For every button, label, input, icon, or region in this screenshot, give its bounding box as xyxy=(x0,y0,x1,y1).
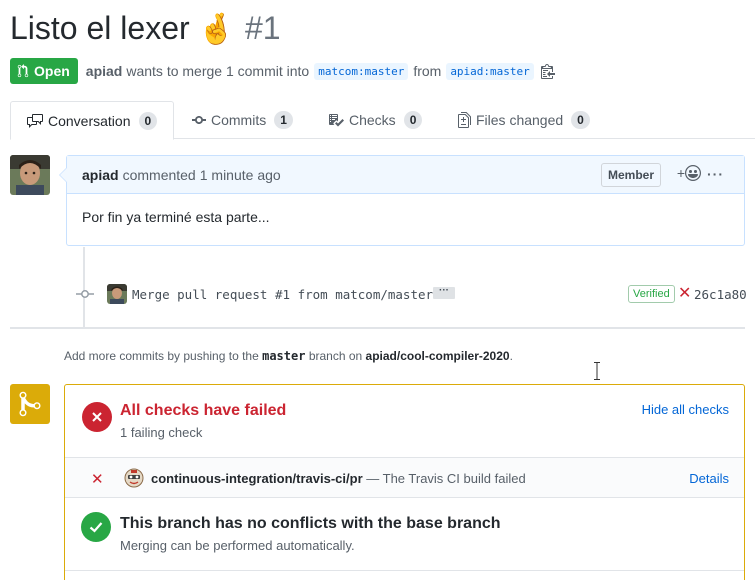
pr-number: #1 xyxy=(245,10,281,46)
tab-commits-count: 1 xyxy=(274,111,293,129)
checks-summary: All checks have failed 1 failing check H… xyxy=(65,385,744,458)
tab-conversation-count: 0 xyxy=(138,111,158,130)
x-icon: ✕ xyxy=(91,471,104,488)
x-icon[interactable]: ✕ xyxy=(678,286,691,302)
add-reaction-button[interactable]: + xyxy=(677,165,701,181)
file-diff-icon xyxy=(458,112,471,128)
tab-files-changed-label: Files changed xyxy=(476,112,564,128)
pr-title-row: Listo el lexer 🤞 #1 xyxy=(10,10,281,54)
comment-author-link[interactable]: apiad xyxy=(82,167,119,183)
comment-discussion-icon xyxy=(27,113,43,128)
comment-header: apiad commented 1 minute ago Member + ··… xyxy=(67,156,744,194)
state-label: Open xyxy=(34,63,70,79)
merge-text: wants to merge 1 commit into xyxy=(126,63,310,79)
checklist-icon xyxy=(329,114,344,127)
check-name: continuous-integration/travis-ci/pr xyxy=(151,471,363,486)
comment-time-link[interactable]: 1 minute ago xyxy=(200,167,281,183)
pr-author-link[interactable]: apiad xyxy=(86,63,123,79)
timeline-separator xyxy=(10,327,745,329)
comment-action: commented xyxy=(122,166,196,183)
details-link[interactable]: Details xyxy=(689,471,729,486)
commit-message-link[interactable]: Merge pull request #1 from matcom/master xyxy=(132,287,433,302)
smiley-icon xyxy=(685,165,701,181)
head-branch[interactable]: apiad:master xyxy=(446,62,534,80)
conflict-subtitle: Merging can be performed automatically. xyxy=(120,538,355,553)
commit-row: Merge pull request #1 from matcom/master… xyxy=(74,284,747,304)
commit-sha-link[interactable]: 26c1a80 xyxy=(694,287,747,302)
push-hint-suffix: . xyxy=(509,349,513,363)
tab-checks-count: 0 xyxy=(403,111,423,129)
conflict-status: This branch has no conflicts with the ba… xyxy=(65,498,744,571)
tab-commits-label: Commits xyxy=(211,112,267,128)
checks-title: All checks have failed xyxy=(120,402,287,419)
comment-body: Por fin ya terminé esta parte... xyxy=(82,209,270,225)
kebab-horizontal-icon[interactable]: ··· xyxy=(707,166,724,182)
commit-expand-button[interactable]: ··· xyxy=(433,286,455,299)
commit-avatar[interactable] xyxy=(107,284,127,304)
git-merge-icon xyxy=(19,391,41,417)
tab-commits[interactable]: Commits 1 xyxy=(192,101,293,139)
hide-all-checks-link[interactable]: Hide all checks xyxy=(642,402,729,417)
tab-files-changed-count: 0 xyxy=(571,111,590,129)
text-cursor-icon xyxy=(594,362,600,380)
pr-title: Listo el lexer xyxy=(10,10,190,46)
verified-badge[interactable]: Verified xyxy=(628,285,675,303)
pr-meta: Open apiad wants to merge 1 commit into … xyxy=(10,58,555,84)
reaction-plus-label: + xyxy=(676,165,685,181)
git-commit-icon xyxy=(192,116,206,124)
crossed-fingers-emoji: 🤞 xyxy=(197,13,235,46)
base-branch[interactable]: matcom:master xyxy=(314,62,409,80)
state-badge: Open xyxy=(10,58,78,84)
check-row: ✕ continuous-integration/travis-ci/pr — … xyxy=(65,458,744,498)
merge-box: All checks have failed 1 failing check H… xyxy=(64,384,745,580)
pr-tabs: Conversation 0 Commits 1 Checks 0 Files … xyxy=(10,101,755,140)
tab-conversation[interactable]: Conversation 0 xyxy=(10,101,175,140)
check-circle-icon xyxy=(81,512,111,542)
x-circle-icon xyxy=(82,402,112,432)
clippy-icon[interactable] xyxy=(540,63,555,79)
conflict-title: This branch has no conflicts with the ba… xyxy=(120,515,501,532)
push-hint-branch: master xyxy=(262,349,306,363)
tab-files-changed[interactable]: Files changed 0 xyxy=(458,101,590,139)
comment-box: apiad commented 1 minute ago Member + ··… xyxy=(59,155,745,246)
push-hint-repo: apiad/cool-compiler-2020 xyxy=(365,349,510,363)
member-badge: Member xyxy=(600,163,661,187)
check-label: continuous-integration/travis-ci/pr — Th… xyxy=(151,471,526,486)
push-hint-middle: branch on xyxy=(308,349,363,363)
check-description: — The Travis CI build failed xyxy=(366,471,526,486)
merge-status-icon xyxy=(10,384,50,424)
git-commit-icon xyxy=(76,290,94,298)
tab-conversation-label: Conversation xyxy=(48,112,131,129)
git-pull-request-icon xyxy=(17,64,29,78)
from-text: from xyxy=(413,63,442,79)
push-hint: Add more commits by pushing to the maste… xyxy=(64,349,513,363)
checks-subtitle: 1 failing check xyxy=(120,425,203,440)
tab-checks[interactable]: Checks 0 xyxy=(328,101,423,139)
avatar[interactable] xyxy=(10,155,50,195)
tab-checks-label: Checks xyxy=(349,112,396,128)
push-hint-prefix: Add more commits by pushing to the xyxy=(64,349,259,363)
travis-ci-logo-icon xyxy=(124,468,144,488)
